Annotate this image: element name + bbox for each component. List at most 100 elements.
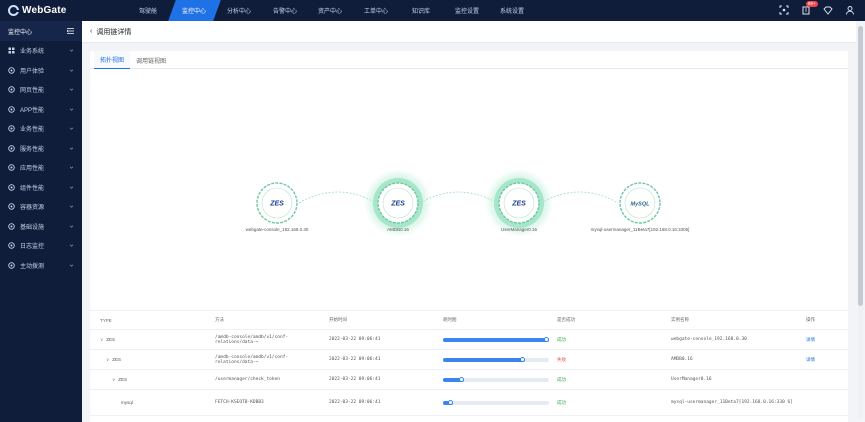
page-scrollbar[interactable]	[858, 26, 863, 418]
probe-icon	[8, 262, 15, 269]
sidebar-item[interactable]: 服务性能	[0, 139, 82, 159]
chevron-down-icon	[69, 166, 74, 170]
grid-icon	[8, 47, 15, 54]
node-logo: ZES	[390, 201, 405, 208]
cell-start-time: 2022-03-22 09:06:41	[329, 400, 381, 405]
chevron-down-icon	[69, 244, 74, 248]
topology-node[interactable]: ZES	[256, 182, 298, 224]
cell-start-time: 2022-03-22 09:06:41	[329, 337, 381, 342]
chevron-down-icon	[69, 127, 74, 131]
back-icon[interactable]: ‹	[90, 28, 92, 35]
chevron-down-icon	[69, 49, 74, 53]
topology-node-label: webgate-console_192.168.0.30	[245, 227, 309, 232]
cell-duration	[433, 337, 549, 342]
cell-success: 成功	[557, 399, 566, 405]
sidebar-item[interactable]: APP性能	[0, 100, 82, 120]
sidebar-item-label: 业务性能	[20, 127, 45, 134]
cell-start-time: 2022-03-22 09:06:41	[329, 357, 381, 362]
duration-bar-fill	[443, 337, 549, 342]
duration-bar-fill	[443, 357, 525, 362]
sidebar-item[interactable]: 组件性能	[0, 178, 82, 198]
collapse-menu-icon[interactable]	[67, 28, 74, 34]
nav-system-settings[interactable]: 系统设置	[486, 0, 538, 21]
server-icon	[8, 145, 15, 152]
nav-label: 告警中心	[272, 9, 297, 15]
table-row[interactable]: ∨ ZES/amdb-console/amdb/v1/conf-relations…	[90, 330, 848, 350]
tab-trace-view[interactable]: 调用链视图	[130, 51, 172, 69]
notice-button[interactable]: 99+	[799, 1, 818, 17]
node-logo: ZES	[511, 201, 526, 208]
topology-node-label: mysql-usermanager_11Beta7[192.168.0.16:3…	[590, 227, 690, 232]
chevron-down-icon	[69, 88, 74, 92]
cell-type: ∨ ZES	[90, 377, 205, 383]
sidebar-item[interactable]: 网页性能	[0, 80, 82, 100]
sidebar-item-label: 主动拨测	[20, 263, 45, 270]
node-logo: ZES	[269, 201, 284, 208]
table-row[interactable]: ∨ ZES/amdb-console/amdb/v1/conf-relations…	[90, 350, 848, 370]
chevron-down-icon	[69, 147, 74, 150]
nav-label: 监控中心	[181, 9, 206, 15]
type-label: ZES	[118, 376, 128, 382]
sidebar-item-label: 应用性能	[20, 166, 45, 173]
nav-ticket-center[interactable]: 工单中心	[350, 0, 402, 21]
container-icon	[8, 203, 15, 210]
webgate-logo-icon	[8, 5, 19, 16]
sidebar-item[interactable]: 业务性能	[0, 119, 82, 139]
detail-link[interactable]: 详情	[796, 357, 848, 363]
user-button[interactable]	[843, 3, 857, 17]
expand-caret-icon[interactable]: ∨	[100, 337, 103, 343]
nav-alert-center[interactable]: 告警中心	[259, 0, 311, 21]
cell-method: /amdb-console/amdb/v1/conf-relations/dat…	[215, 354, 289, 365]
scrollbar-thumb[interactable]	[858, 26, 863, 306]
nav-label: 工单中心	[363, 9, 388, 15]
expand-caret-icon[interactable]: ∨	[106, 357, 109, 363]
detail-link[interactable]: 详情	[796, 337, 848, 343]
nav-cockpit[interactable]: 驾驶舱	[122, 0, 174, 21]
cell-instance: AMDB0.16	[671, 357, 693, 362]
tab-topology-view[interactable]: 拓扑视图	[94, 51, 131, 69]
page-header: ‹ 调用链详情	[82, 21, 856, 43]
nav-knowledge-base[interactable]: 知识库	[395, 0, 447, 21]
duration-bar-track	[443, 377, 549, 382]
cell-method: /usermanager/check_token	[215, 377, 281, 382]
cell-instance: mysql-usermanager_11Beta7[192.168.0.16:3…	[671, 400, 793, 405]
user-icon	[846, 6, 854, 15]
expand-caret-icon[interactable]: ∨	[112, 377, 115, 383]
cell-type: mysql	[90, 400, 205, 405]
topology-node[interactable]: MySQL	[619, 182, 661, 224]
sidebar-item-label: 容器资源	[20, 205, 45, 212]
sidebar-item[interactable]: 业务系统	[0, 41, 82, 61]
diamond-button[interactable]	[821, 3, 835, 17]
app-logo[interactable]: WebGate	[8, 3, 67, 18]
cell-duration	[433, 400, 549, 405]
sidebar-item[interactable]: 应用性能	[0, 158, 82, 178]
chevron-down-icon	[69, 264, 74, 267]
component-icon	[8, 184, 15, 191]
infrastructure-icon	[8, 223, 15, 230]
nav-label: 监控设置	[454, 9, 479, 15]
cell-method: /amdb-console/amdb/v1/conf-relations/dat…	[215, 334, 289, 345]
nav-monitor-settings[interactable]: 监控设置	[441, 0, 493, 21]
sidebar-header: 监控中心	[0, 21, 82, 41]
sidebar-item[interactable]: 主动拨测	[0, 256, 82, 276]
nav-monitor-center[interactable]: 监控中心	[167, 0, 220, 21]
cell-success: 成功	[557, 376, 566, 382]
sidebar-item[interactable]: 容器资源	[0, 197, 82, 217]
col-start-time: 开始时间	[329, 317, 347, 322]
sidebar-item[interactable]: 基础设施	[0, 217, 82, 237]
table-row[interactable]: mysql FETCH-KSEOTB-KDBB3 2022-03-22 09:06:…	[90, 390, 848, 416]
nav-asset-center[interactable]: 资产中心	[304, 0, 356, 21]
sidebar-item[interactable]: 日志监控	[0, 236, 82, 256]
table-row[interactable]: ∨ ZES/usermanager/check_token 2022-03-22 0…	[90, 370, 848, 390]
chevron-down-icon	[69, 69, 74, 72]
node-logo: MySQL	[631, 202, 651, 208]
cell-success: 失败	[557, 356, 566, 362]
sidebar-item[interactable]: 用户体验	[0, 61, 82, 81]
fullscreen-button[interactable]	[777, 3, 791, 17]
nav-analysis-center[interactable]: 分析中心	[213, 0, 265, 21]
sidebar-item-label: 网页性能	[20, 88, 45, 95]
topology-graph: ZES ZES ZES MySQL	[256, 169, 661, 237]
cell-type: ∨ ZES	[90, 357, 205, 363]
diamond-icon	[823, 6, 833, 15]
main-nav: 驾驶舱 监控中心 分析中心 告警中心 资产中心 工单中心 知识库 监控设置 系统…	[126, 0, 536, 21]
